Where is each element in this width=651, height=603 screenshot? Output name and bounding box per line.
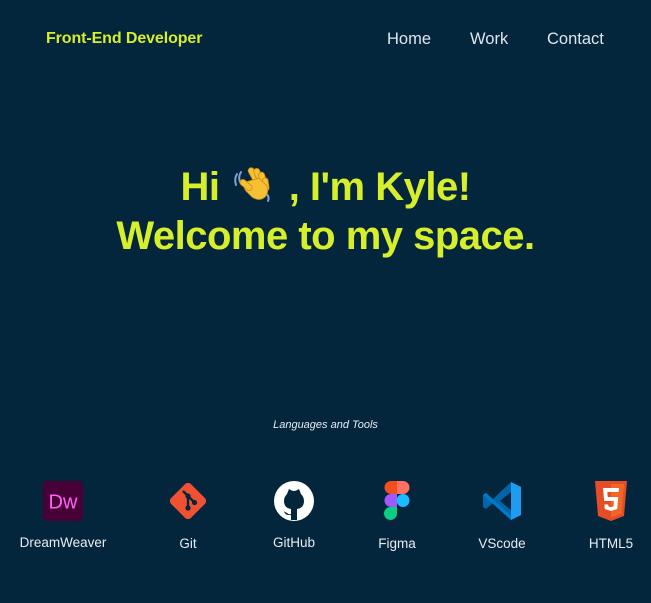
tools-list: Dw DreamWeaver Git GitHub Figma VScode H… — [0, 480, 651, 560]
tool-item-dreamweaver: Dw DreamWeaver — [13, 480, 113, 550]
page: Front-End Developer Home Work Contact Hi… — [0, 0, 651, 603]
tool-item-github: GitHub — [244, 480, 344, 550]
tool-label: GitHub — [272, 535, 316, 550]
html5-icon — [595, 481, 627, 521]
tool-item-git: Git — [138, 480, 238, 551]
nav-work-link[interactable]: Work — [470, 30, 508, 49]
tool-label: DreamWeaver — [19, 535, 107, 550]
git-icon — [169, 482, 207, 520]
tool-label: Figma — [378, 536, 416, 551]
waving-hand-icon — [234, 167, 270, 202]
hero-greeting-name: , I'm Kyle! — [288, 165, 471, 209]
nav-contact-link[interactable]: Contact — [547, 30, 604, 49]
svg-text:Dw: Dw — [49, 492, 78, 514]
tool-item-figma: Figma — [347, 480, 447, 551]
dreamweaver-icon: Dw — [43, 481, 83, 521]
hero-greeting-hi: Hi — [180, 165, 220, 209]
vscode-icon — [483, 482, 521, 520]
main-nav: Home Work Contact — [0, 30, 651, 52]
tools-heading: Languages and Tools — [273, 419, 378, 431]
hero-welcome: Welcome to my space. — [116, 214, 535, 258]
tool-label: Git — [179, 536, 197, 551]
github-icon — [274, 481, 314, 521]
tool-item-vscode: VScode — [452, 480, 552, 551]
tool-label: HTML5 — [588, 536, 634, 551]
nav-home-link[interactable]: Home — [387, 30, 431, 49]
tool-item-html5: HTML5 — [561, 480, 651, 551]
hero-greeting: Hi , I'm Kyle! — [0, 164, 651, 210]
tool-label: VScode — [478, 536, 526, 551]
figma-icon — [384, 481, 410, 520]
